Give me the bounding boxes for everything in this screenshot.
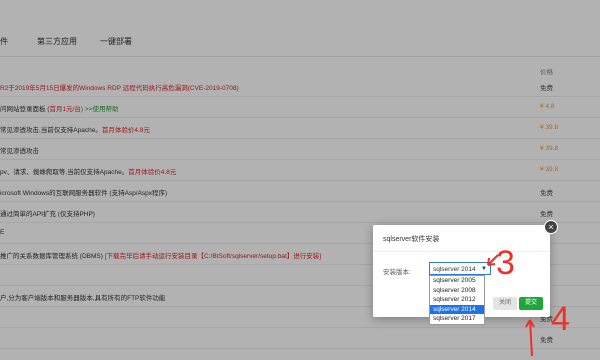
sqlserver-install-dialog: sqlserver软件安装 安装版本: sqlserver 2014 ▼ sql…	[373, 225, 550, 325]
version-option[interactable]: sqlserver 2012	[430, 295, 484, 305]
submit-button[interactable]: 提交	[519, 297, 543, 310]
close-icon[interactable]: ×	[544, 220, 558, 234]
version-option[interactable]: sqlserver 2014	[430, 304, 484, 314]
version-option[interactable]: sqlserver 2008	[430, 286, 484, 296]
version-label: 安装版本:	[383, 269, 411, 276]
version-select-value: sqlserver 2014	[433, 266, 476, 273]
dialog-title: sqlserver软件安装	[383, 236, 440, 243]
close-button[interactable]: 关闭	[493, 297, 517, 310]
version-option[interactable]: sqlserver 2017	[430, 314, 484, 324]
version-select[interactable]: sqlserver 2014 ▼	[429, 262, 491, 275]
dialog-divider	[373, 251, 550, 252]
version-options: sqlserver 2005 sqlserver 2008 sqlserver 20…	[429, 275, 485, 325]
version-option[interactable]: sqlserver 2005	[430, 276, 484, 286]
